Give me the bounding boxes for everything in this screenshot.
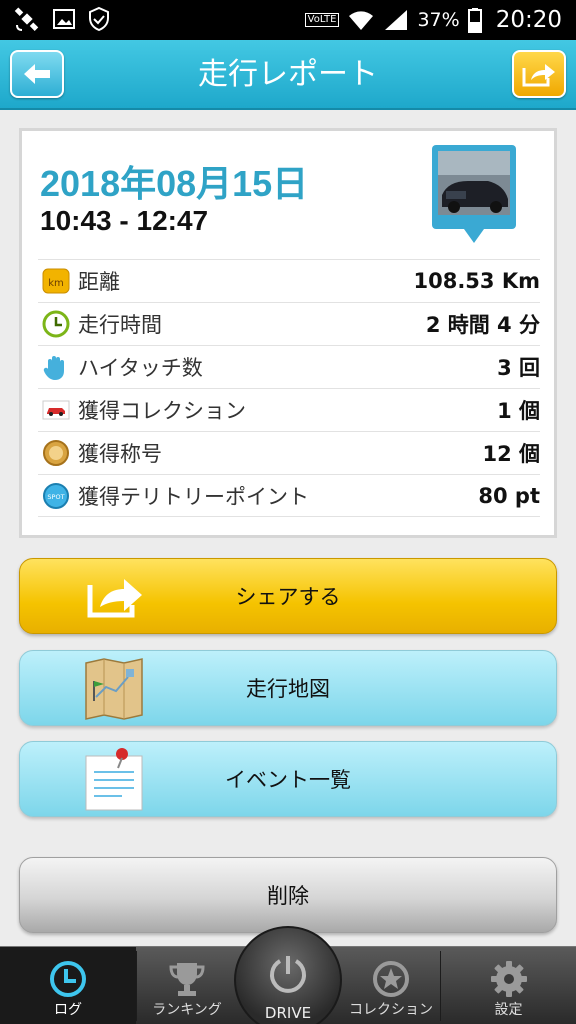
km-icon: km [42,268,70,294]
trophy-icon [169,963,205,996]
satellite-icon [14,7,39,31]
stat-label: 走行時間 [78,313,162,337]
tab-ranking[interactable]: ランキング [137,947,237,1024]
status-right-icons: VoLTE 37% 20:20 [304,4,562,36]
car-photo-pin[interactable] [432,145,516,245]
stat-value: 3 回 [497,356,540,380]
km-badge-text: km [48,278,64,289]
signal-icon [385,10,408,30]
stat-row-titles: 獲得称号 12 個 [38,431,540,474]
stat-label: 獲得テリトリーポイント [78,484,309,509]
report-time-range: 10:43 - 12:47 [40,205,209,236]
hand-icon [43,356,64,380]
delete-button[interactable]: 削除 [19,857,557,933]
wifi-icon [349,11,374,30]
report-date: 2018年08月15日 [40,163,309,204]
drive-map-button-label: 走行地図 [246,677,330,701]
tab-collection[interactable]: コレクション [342,947,440,1024]
shield-check-icon [89,6,109,32]
stat-row-collection: 獲得コレクション 1 個 [38,388,540,431]
star-circle-icon [373,961,409,997]
stat-value: 108.53 Km [413,269,540,293]
gear-icon [490,961,527,997]
stats-list: km 距離 108.53 Km 走行時間 2 時間 4 分 ハイタッチ数 3 回 [38,259,540,517]
stat-value: 80 pt [478,483,540,508]
battery-percent: 37% [417,9,460,31]
delete-button-label: 削除 [267,884,309,908]
tab-settings[interactable]: 設定 [441,947,576,1024]
stat-value: 2 時間 4 分 [425,313,540,337]
stat-row-territory: SPOT 獲得テリトリーポイント 80 pt [38,474,540,517]
header-share-button[interactable] [512,50,566,98]
tab-log-label: ログ [54,1002,82,1018]
tab-ranking-label: ランキング [152,1002,222,1018]
clock-icon [50,961,86,997]
event-list-button-label: イベント一覧 [225,768,351,792]
stat-label: 獲得称号 [78,442,162,466]
status-bar: VoLTE 37% 20:20 [0,0,576,40]
drive-button-label: DRIVE [264,1004,312,1022]
stat-row-hightouch: ハイタッチ数 3 回 [38,345,540,388]
car-icon [42,400,70,420]
stat-value: 1 個 [497,399,540,423]
drive-button[interactable]: DRIVE [234,926,342,1024]
spot-badge-text: SPOT [47,493,64,501]
status-left-icons [14,6,110,32]
event-list-button[interactable]: イベント一覧 [19,741,557,817]
report-card: 2018年08月15日 10:43 - 12:47 km 距離 108.53 K… [19,128,557,538]
volte-badge: VoLTE [304,13,340,27]
drive-map-button[interactable]: 走行地図 [19,650,557,726]
clock-icon [42,310,70,338]
app-header: 走行レポート [0,40,576,110]
stat-label: ハイタッチ数 [78,356,203,380]
tab-log[interactable]: ログ [0,947,136,1024]
stat-row-duration: 走行時間 2 時間 4 分 [38,302,540,345]
spot-icon: SPOT [43,482,69,509]
stat-label: 獲得コレクション [78,399,246,423]
page-title: 走行レポート [198,57,378,92]
image-icon [53,9,75,29]
tab-collection-label: コレクション [349,1002,433,1018]
stat-row-distance: km 距離 108.53 Km [38,259,540,302]
battery-icon [467,8,482,33]
clock: 20:20 [495,7,562,33]
share-arrow-icon [522,64,555,87]
medal-icon [43,440,69,466]
share-button[interactable]: シェアする [19,558,557,634]
stat-value: 12 個 [482,442,540,466]
power-icon [270,956,306,993]
stat-label: 距離 [78,270,120,294]
share-button-label: シェアする [235,585,341,609]
tab-settings-label: 設定 [494,1002,523,1018]
